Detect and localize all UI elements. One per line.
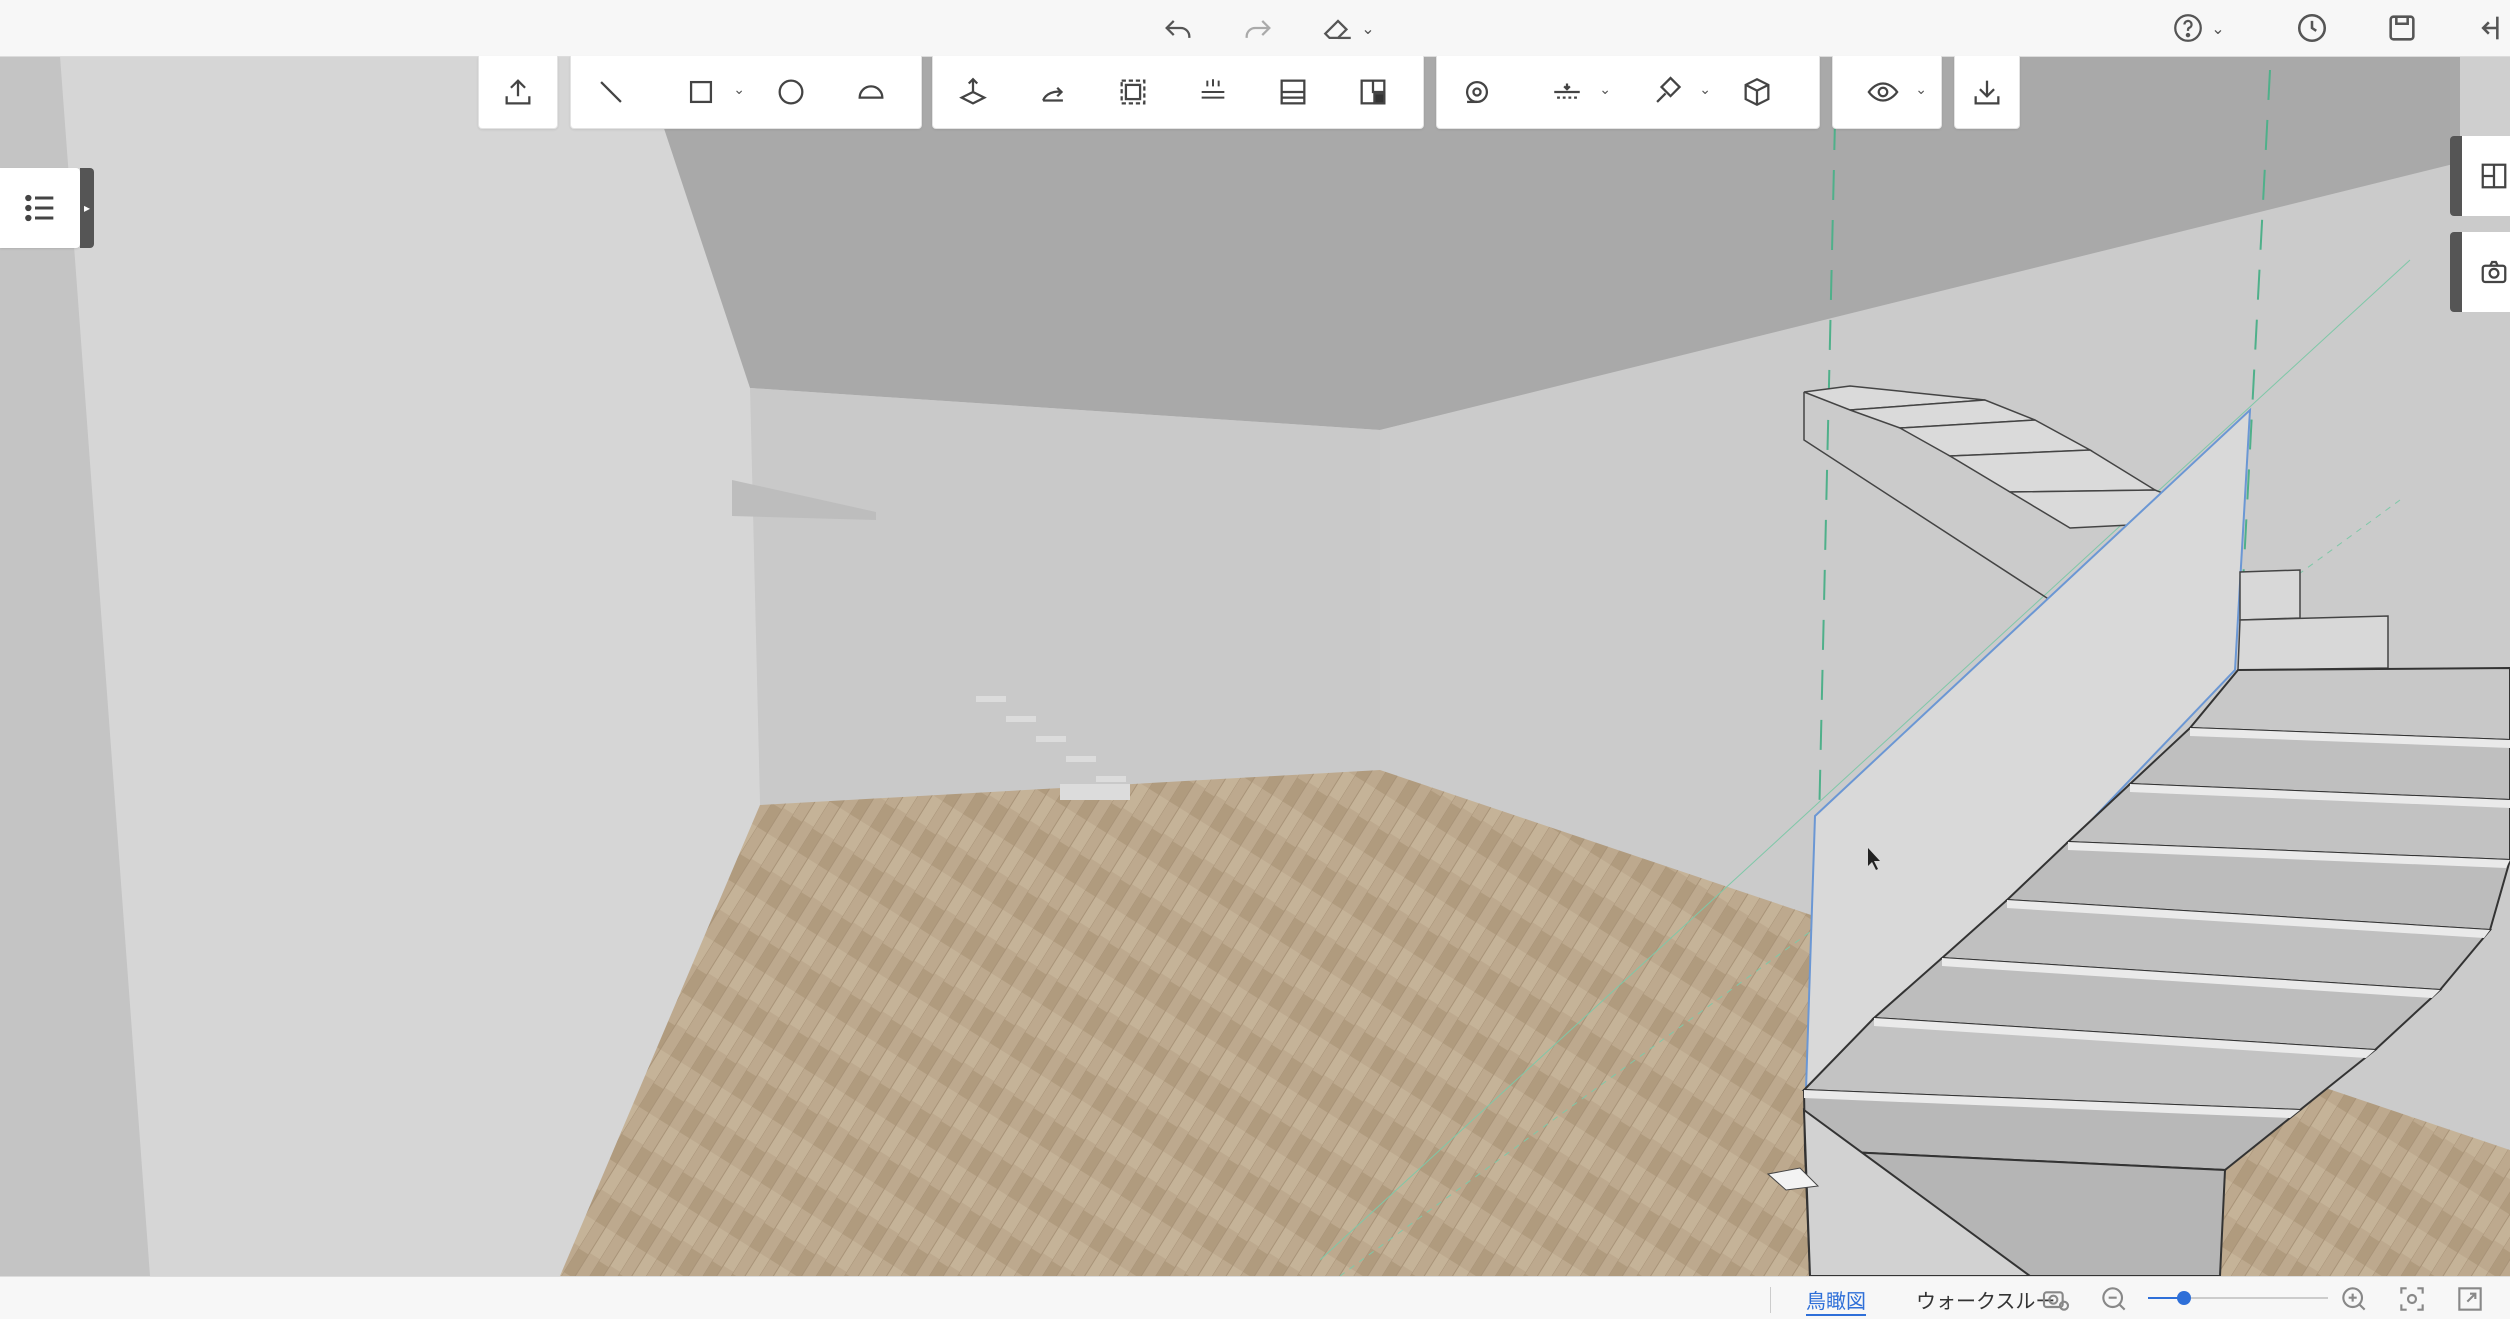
right-panel-library-tab[interactable] bbox=[2450, 136, 2510, 216]
help-button[interactable]: ⌄ bbox=[2166, 6, 2230, 50]
line-icon[interactable] bbox=[571, 56, 651, 128]
grid-icon[interactable] bbox=[1173, 56, 1253, 128]
toolbar-group-export bbox=[1954, 56, 2020, 129]
select-area-icon[interactable] bbox=[1093, 56, 1173, 128]
exit-icon[interactable] bbox=[2464, 6, 2508, 50]
paint-icon[interactable]: ⌄ bbox=[1617, 56, 1717, 128]
box-icon[interactable] bbox=[1717, 56, 1797, 128]
chevron-down-icon: ⌄ bbox=[1361, 18, 1375, 38]
expand-left-panel-handle[interactable]: ▸ bbox=[80, 168, 94, 248]
chevron-down-icon: ⌄ bbox=[1699, 82, 1711, 98]
camera-settings-icon[interactable] bbox=[2040, 1283, 2072, 1315]
rectangle-icon[interactable]: ⌄ bbox=[651, 56, 751, 128]
circle-icon[interactable] bbox=[751, 56, 831, 128]
download-icon[interactable] bbox=[1955, 56, 2019, 128]
arc-icon[interactable] bbox=[831, 56, 911, 128]
upload-icon[interactable] bbox=[479, 56, 557, 128]
chevron-down-icon: ⌄ bbox=[2211, 18, 2225, 38]
zoom-out-icon[interactable] bbox=[2098, 1283, 2130, 1315]
title-bar: ⌄ ⌄ bbox=[0, 0, 2510, 57]
toolbar-group-edit bbox=[932, 56, 1424, 129]
toolbar-group-view: ⌄ bbox=[1832, 56, 1942, 129]
outliner-toggle[interactable] bbox=[0, 168, 80, 248]
tape-measure-icon[interactable] bbox=[1437, 56, 1517, 128]
eraser-button[interactable]: ⌄ bbox=[1316, 6, 1380, 50]
zoom-slider[interactable] bbox=[2148, 1291, 2328, 1305]
3d-viewport[interactable] bbox=[0, 56, 2510, 1276]
eye-icon[interactable]: ⌄ bbox=[1833, 56, 1933, 128]
rotate-icon[interactable] bbox=[1013, 56, 1093, 128]
camera-icon bbox=[2481, 260, 2507, 284]
section-icon[interactable]: ⌄ bbox=[1517, 56, 1617, 128]
toolbar-group-draw: ⌄ bbox=[570, 56, 922, 129]
material-icon[interactable] bbox=[1333, 56, 1413, 128]
chevron-down-icon: ⌄ bbox=[733, 82, 745, 98]
divider bbox=[1770, 1287, 1771, 1313]
help-icon bbox=[2174, 14, 2203, 42]
list-icon bbox=[25, 194, 54, 222]
undo-icon[interactable] bbox=[1156, 6, 1200, 50]
tab-birds-eye[interactable]: 鳥瞰図 bbox=[1806, 1285, 1866, 1316]
toolbar-group-import bbox=[478, 56, 558, 129]
zoom-slider-handle[interactable] bbox=[2177, 1291, 2191, 1305]
chevron-down-icon: ⌄ bbox=[1915, 82, 1927, 98]
zoom-in-icon[interactable] bbox=[2338, 1283, 2370, 1315]
tab-walkthrough[interactable]: ウォークスルー bbox=[1916, 1285, 2055, 1314]
eraser-icon bbox=[1323, 19, 1352, 40]
push-pull-icon[interactable] bbox=[933, 56, 1013, 128]
layout-icon bbox=[2481, 163, 2507, 189]
floor-plan-icon[interactable] bbox=[1253, 56, 1333, 128]
zoom-fit-icon[interactable] bbox=[2396, 1283, 2428, 1315]
fullscreen-icon[interactable] bbox=[2454, 1283, 2486, 1315]
clock-icon[interactable] bbox=[2290, 6, 2334, 50]
chevron-down-icon: ⌄ bbox=[1599, 82, 1611, 98]
toolbar-group-measure: ⌄ ⌄ bbox=[1436, 56, 1820, 129]
right-panel-camera-tab[interactable] bbox=[2450, 232, 2510, 312]
save-icon[interactable] bbox=[2380, 6, 2424, 50]
status-bar: 鳥瞰図 ウォークスルー bbox=[0, 1276, 2510, 1319]
redo-icon[interactable] bbox=[1236, 6, 1280, 50]
